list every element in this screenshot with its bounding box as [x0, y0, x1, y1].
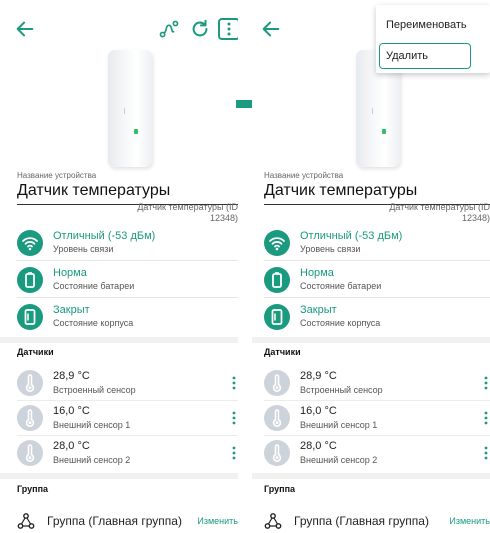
sensor-more-icon[interactable] [230, 445, 238, 461]
overflow-menu: Переименовать Удалить [376, 5, 490, 73]
sensor-value: 16,0 °C [53, 405, 90, 417]
group-hierarchy-icon [264, 512, 282, 530]
status-row-case: Закрыт Состояние корпуса [17, 299, 238, 335]
status-title: Норма [53, 267, 87, 279]
sensor-value: 28,0 °C [53, 440, 90, 452]
thermometer-icon [264, 405, 290, 431]
group-label: Группа (Главная группа) [294, 514, 429, 528]
sensor-value: 16,0 °C [300, 405, 337, 417]
case-icon [264, 304, 290, 330]
device-name-hint: Датчик температуры (ID 12348) [137, 202, 238, 223]
more-options-button[interactable] [218, 18, 238, 40]
sensor-more-icon[interactable] [230, 410, 238, 426]
menu-item-rename[interactable]: Переименовать [376, 11, 490, 39]
sensor-more-icon[interactable] [230, 375, 238, 391]
sensor-row: 28,0 °C Внешний сенсор 2 [17, 436, 238, 471]
battery-icon [17, 267, 43, 293]
status-row-signal: Отличный (-53 дБм) Уровень связи [264, 225, 490, 261]
group-header: Группа [264, 484, 296, 494]
status-row-battery: Норма Состояние батареи [264, 262, 490, 298]
sensor-row: 28,9 °C Встроенный сенсор [264, 366, 490, 401]
status-title: Отличный (-53 дБм) [300, 230, 403, 242]
status-subtitle: Состояние корпуса [300, 318, 381, 328]
wifi-icon [17, 230, 43, 256]
back-arrow-icon[interactable] [260, 18, 282, 40]
section-divider [252, 473, 490, 479]
thermometer-icon [17, 370, 43, 396]
sensor-name: Внешний сенсор 1 [300, 420, 378, 430]
change-group-link[interactable]: Изменить [197, 516, 238, 526]
sensor-name: Встроенный сенсор [300, 385, 383, 395]
route-icon[interactable] [158, 18, 180, 40]
thermometer-icon [17, 405, 43, 431]
group-label: Группа (Главная группа) [47, 514, 182, 528]
section-divider [0, 473, 238, 479]
device-image [108, 50, 152, 167]
device-name-caption: Название устройства [264, 171, 344, 180]
sensor-more-icon[interactable] [482, 410, 490, 426]
status-title: Закрыт [300, 304, 337, 316]
status-title: Норма [300, 267, 334, 279]
sensor-name: Внешний сенсор 2 [53, 455, 131, 465]
group-header: Группа [17, 484, 49, 494]
status-title: Отличный (-53 дБм) [53, 230, 156, 242]
section-divider [0, 337, 238, 343]
sensor-row: 16,0 °C Внешний сенсор 1 [17, 401, 238, 436]
sensors-header: Датчики [264, 347, 301, 357]
device-screen-right: Название устройства Датчик температуры Д… [252, 0, 490, 533]
sensor-value: 28,0 °C [300, 440, 337, 452]
status-subtitle: Состояние батареи [53, 281, 135, 291]
group-row: Группа (Главная группа) Изменить [17, 510, 238, 532]
refresh-icon[interactable] [189, 18, 211, 40]
device-name-hint: Датчик температуры (ID 12348) [389, 202, 490, 223]
device-name-caption: Название устройства [17, 171, 97, 180]
sensor-more-icon[interactable] [482, 445, 490, 461]
status-subtitle: Состояние корпуса [53, 318, 134, 328]
sensor-value: 28,9 °C [300, 370, 337, 382]
thermometer-icon [264, 370, 290, 396]
status-subtitle: Уровень связи [300, 244, 361, 254]
sensors-header: Датчики [17, 347, 54, 357]
thermometer-icon [264, 440, 290, 466]
status-row-case: Закрыт Состояние корпуса [264, 299, 490, 335]
wifi-icon [264, 230, 290, 256]
menu-item-delete[interactable]: Удалить [379, 43, 471, 69]
section-divider [252, 337, 490, 343]
device-screen-left: Название устройства Датчик температуры Д… [0, 0, 238, 533]
sensor-row: 28,9 °C Встроенный сенсор [17, 366, 238, 401]
sensor-name: Встроенный сенсор [53, 385, 136, 395]
group-row: Группа (Главная группа) Изменить [264, 510, 490, 532]
sensor-name: Внешний сенсор 2 [300, 455, 378, 465]
case-icon [17, 304, 43, 330]
sensor-more-icon[interactable] [482, 375, 490, 391]
change-group-link[interactable]: Изменить [449, 516, 490, 526]
thermometer-icon [17, 440, 43, 466]
status-title: Закрыт [53, 304, 90, 316]
group-hierarchy-icon [17, 512, 35, 530]
status-subtitle: Состояние батареи [300, 281, 382, 291]
sensor-value: 28,9 °C [53, 370, 90, 382]
status-row-battery: Норма Состояние батареи [17, 262, 238, 298]
battery-icon [264, 267, 290, 293]
back-arrow-icon[interactable] [14, 18, 36, 40]
status-subtitle: Уровень связи [53, 244, 114, 254]
sensor-name: Внешний сенсор 1 [53, 420, 131, 430]
sensor-row: 28,0 °C Внешний сенсор 2 [264, 436, 490, 471]
sensor-row: 16,0 °C Внешний сенсор 1 [264, 401, 490, 436]
status-row-signal: Отличный (-53 дБм) Уровень связи [17, 225, 238, 261]
